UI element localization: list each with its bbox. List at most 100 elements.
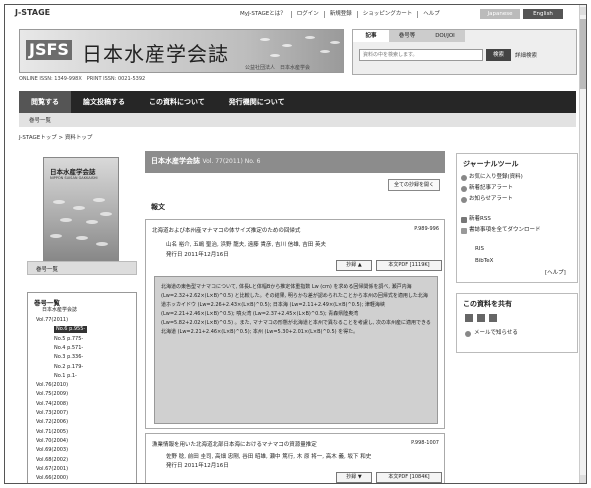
download-icon <box>461 228 467 234</box>
tree-volume-item[interactable]: Vol.77(2011) <box>36 317 68 324</box>
link-register[interactable]: 新規登録 <box>323 11 357 18</box>
pdf-download-button[interactable]: 本文PDF [1119K] <box>376 260 442 271</box>
fish-decoration <box>260 38 270 41</box>
tree-issue-item[interactable]: No.5 p.775- <box>54 336 83 343</box>
link-login[interactable]: ログイン <box>290 11 324 18</box>
journal-tools-panel: ジャーナルツール お気に入り登録(資料) 新着記事アラート お知らせアラート 新… <box>456 153 578 283</box>
format-bibtex[interactable]: BibTeX <box>475 258 493 265</box>
browser-page: J-STAGE MyJ-STAGEとは？ ログイン 新規登録 ショッピングカート… <box>4 4 587 484</box>
fish-decoration <box>282 44 292 47</box>
tree-volume-item[interactable]: Vol.66(2000) <box>36 475 68 482</box>
tree-issue-item[interactable]: No.3 p.336- <box>54 354 83 361</box>
tree-volume-item[interactable]: Vol.76(2010) <box>36 382 68 389</box>
issue-header: 日本水産学会誌 Vol. 77(2011) No. 6 <box>145 151 445 173</box>
subnav-volumes[interactable]: 巻号一覧 <box>29 116 51 124</box>
mail-share-link[interactable]: メールで知らせる <box>474 330 518 337</box>
issn-line: ONLINE ISSN: 1349-998X PRINT ISSN: 0021-… <box>19 76 146 82</box>
tree-volume-item[interactable]: Vol.72(2006) <box>36 419 68 426</box>
jstage-logo[interactable]: J-STAGE <box>15 8 50 17</box>
nav-browse[interactable]: 閲覧する <box>19 91 71 113</box>
article-date: 発行日 2011年12月16日 <box>166 252 229 258</box>
rss-link[interactable]: 新着RSS <box>469 216 491 223</box>
tab-articles[interactable]: 記事 <box>353 30 389 42</box>
new-article-alert-link[interactable]: 新着記事アラート <box>469 185 513 192</box>
fish-decoration <box>305 36 315 39</box>
search-input[interactable]: 資料の中を検索します。 <box>359 49 483 61</box>
cover-title: 日本水産学会誌 <box>50 168 96 176</box>
issue-journal: 日本水産学会誌 <box>151 157 200 165</box>
tree-volume-item[interactable]: Vol.68(2002) <box>36 457 68 464</box>
journal-cover-image[interactable]: 日本水産学会誌 NIPPON SUISAN GAKKAISHI <box>43 157 119 261</box>
twitter-icon[interactable] <box>465 314 473 322</box>
cover-subtitle: NIPPON SUISAN GAKKAISHI <box>50 176 98 180</box>
top-links: MyJ-STAGEとは？ ログイン 新規登録 ショッピングカート ヘルプ <box>235 11 445 18</box>
format-ris[interactable]: RIS <box>475 246 484 253</box>
open-all-abstracts-button[interactable]: 全ての抄録を開く <box>388 179 440 191</box>
tab-doi[interactable]: DOI/JOI <box>425 30 465 42</box>
fish-decoration <box>320 50 330 53</box>
nav-about-publisher[interactable]: 発行機関について <box>217 91 297 113</box>
share-heading: この資料を共有 <box>463 300 512 308</box>
favorite-icon <box>461 175 467 181</box>
lang-english-button[interactable]: English <box>523 9 563 19</box>
pdf-download-button[interactable]: 本文PDF [1084K] <box>376 472 442 483</box>
journal-banner[interactable]: JSFS 日本水産学会誌 公益社団法人 日本水産学会 <box>19 29 344 73</box>
scroll-up-arrow[interactable] <box>580 7 586 15</box>
article-pages: P.989-996 <box>414 226 439 232</box>
bookmark-share-icon[interactable] <box>489 314 497 322</box>
tree-volume-item[interactable]: Vol.73(2007) <box>36 410 68 417</box>
tools-heading: ジャーナルツール <box>463 160 519 168</box>
notice-alert-link[interactable]: お知らせアラート <box>469 196 513 203</box>
tree-volume-item[interactable]: Vol.70(2004) <box>36 438 68 445</box>
back-issues-bar[interactable]: 巻号一覧 <box>27 261 137 275</box>
back-issues-label: 巻号一覧 <box>36 267 59 273</box>
section-heading: 報文 <box>151 203 165 211</box>
journal-title: 日本水産学会誌 <box>82 42 229 66</box>
scroll-thumb[interactable] <box>580 19 586 89</box>
fish-school-illustration <box>50 198 112 246</box>
abstract-toggle-button[interactable]: 抄録 ▼ <box>336 472 372 483</box>
tree-volume-item[interactable]: Vol.74(2008) <box>36 401 68 408</box>
sub-nav: 巻号一覧 <box>19 113 576 127</box>
share-panel: この資料を共有 メールで知らせる <box>456 293 578 353</box>
volume-tree: 巻号一覧 日本水産学会誌 Vol.77(2011) No.6 p.955- No.5… <box>27 292 137 483</box>
alert-icon <box>461 186 467 192</box>
tree-volume-item[interactable]: Vol.71(2005) <box>36 429 68 436</box>
journal-abbr-logo: JSFS <box>26 40 72 60</box>
tree-journal-name[interactable]: 日本水産学会誌 <box>42 306 77 313</box>
link-help[interactable]: ヘルプ <box>417 11 445 18</box>
tree-issue-item[interactable]: No.2 p.179- <box>54 364 83 371</box>
article-authors: 山名 裕介, 五嶋 聖治, 浜野 龍夫, 遠藤 貴彦, 吉川 信雄, 吉田 英夫 <box>166 242 326 248</box>
mail-icon <box>465 331 471 337</box>
advanced-search-link[interactable]: 詳細検索 <box>515 51 537 59</box>
tree-volume-item[interactable]: Vol.67(2001) <box>36 466 68 473</box>
facebook-icon[interactable] <box>477 314 485 322</box>
scroll-down-arrow[interactable] <box>580 475 586 483</box>
nav-submit[interactable]: 論文投稿する <box>71 91 137 113</box>
link-cart[interactable]: ショッピングカート <box>356 11 418 18</box>
link-about-myjstage[interactable]: MyJ-STAGEとは？ <box>235 11 291 18</box>
search-button[interactable]: 検索 <box>486 49 511 61</box>
article-card: 北海道および本州産マナマコの体サイズ推定のための回帰式 P.989-996 山名… <box>145 219 445 429</box>
article-title[interactable]: 漁業情報を用いた北海道北部日本海におけるマナマコの資源量推定 <box>152 440 317 448</box>
tree-issue-item[interactable]: No.1 p.1- <box>54 373 77 380</box>
fish-decoration <box>330 41 340 44</box>
abstract-toggle-button[interactable]: 抄録 ▲ <box>336 260 372 271</box>
tree-volume-item[interactable]: Vol.75(2009) <box>36 391 68 398</box>
tree-volume-item[interactable]: Vol.69(2003) <box>36 447 68 454</box>
issue-title: 日本水産学会誌 Vol. 77(2011) No. 6 <box>151 156 260 166</box>
lang-japanese-button[interactable]: Japanese <box>480 9 520 19</box>
fish-decoration <box>270 54 280 57</box>
article-abstract: 北海道の東色型マナマコについて, 体長Lと体幅Bから推定体重指数 Lw (cm)… <box>154 276 438 424</box>
article-title[interactable]: 北海道および本州産マナマコの体サイズ推定のための回帰式 <box>152 226 300 234</box>
nav-about-journal[interactable]: この資料について <box>137 91 217 113</box>
breadcrumb[interactable]: J-STAGEトップ > 資料トップ <box>19 133 92 141</box>
favorite-link[interactable]: お気に入り登録(資料) <box>469 174 523 181</box>
search-panel: 記事 巻号等 DOI/JOI 資料の中を検索します。 検索 詳細検索 <box>352 29 577 75</box>
download-citations-link[interactable]: 書誌事項を全てダウンロード <box>469 227 541 234</box>
tab-volumes[interactable]: 巻号等 <box>389 30 425 42</box>
help-link[interactable]: [ヘルプ] <box>545 270 566 277</box>
tree-issue-item[interactable]: No.6 p.955- <box>54 326 88 334</box>
tree-issue-item[interactable]: No.4 p.571- <box>54 345 83 352</box>
article-pages: P.998-1007 <box>411 440 439 446</box>
